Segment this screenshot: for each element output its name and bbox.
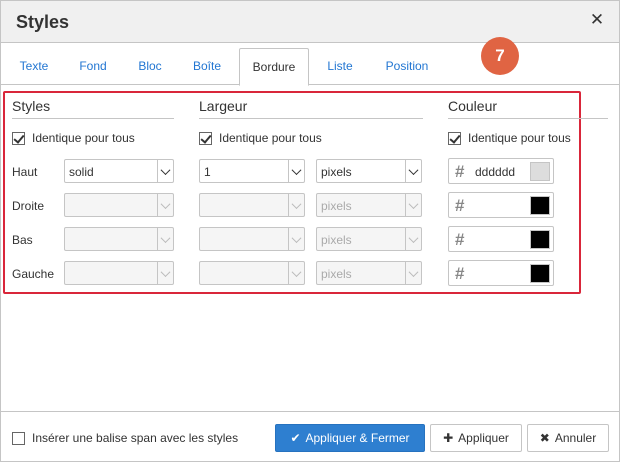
right-unit-select[interactable]: pixels (316, 193, 422, 217)
chevron-down-icon (157, 194, 173, 216)
tab-texte[interactable]: Texte (9, 48, 59, 85)
width-same-for-all-checkbox[interactable] (199, 131, 212, 145)
left-color-input[interactable]: # (448, 260, 554, 286)
tab-bar-divider (1, 84, 619, 85)
row-label-bottom: Bas (12, 233, 33, 247)
tab-position[interactable]: Position (373, 48, 441, 85)
color-column-rule (448, 118, 608, 119)
hash-icon: # (455, 162, 465, 181)
styles-same-for-all-checkbox[interactable] (12, 131, 25, 145)
top-width-select[interactable]: 1 (199, 159, 305, 183)
cancel-button[interactable]: ✖ Annuler (527, 424, 609, 452)
bottom-color-swatch[interactable] (530, 230, 550, 249)
tab-bordure[interactable]: Bordure (239, 48, 309, 86)
right-color-swatch[interactable] (530, 196, 550, 215)
close-icon: ✖ (539, 431, 550, 445)
chevron-down-icon (288, 228, 304, 250)
top-style-select[interactable]: solid (64, 159, 174, 183)
chevron-down-icon (405, 160, 421, 182)
styles-column-rule (12, 118, 174, 119)
top-color-value: dddddd (475, 165, 516, 179)
top-color-swatch[interactable] (530, 162, 550, 181)
left-unit-select[interactable]: pixels (316, 261, 422, 285)
chevron-down-icon (405, 194, 421, 216)
tab-fond[interactable]: Fond (67, 48, 119, 85)
check-icon: ✔ (290, 431, 301, 445)
styles-same-for-all[interactable]: Identique pour tous (12, 130, 135, 146)
bottom-unit-select[interactable]: pixels (316, 227, 422, 251)
row-label-top: Haut (12, 165, 38, 179)
step-badge: 7 (481, 37, 519, 75)
chevron-down-icon (288, 194, 304, 216)
styles-same-for-all-label: Identique pour tous (32, 131, 135, 145)
tab-bar: Texte Fond Bloc Boîte Bordure Liste Posi… (1, 43, 619, 86)
bottom-color-input[interactable]: # (448, 226, 554, 252)
bottom-style-select[interactable] (64, 227, 174, 251)
tab-bloc[interactable]: Bloc (126, 48, 174, 85)
dialog-footer: Insérer une balise span avec les styles … (1, 411, 619, 461)
hash-icon: # (455, 264, 465, 283)
apply-close-label: Appliquer & Fermer (305, 431, 410, 445)
dialog-title: Styles (16, 12, 70, 32)
color-same-for-all-label: Identique pour tous (468, 131, 571, 145)
width-same-for-all-label: Identique pour tous (219, 131, 322, 145)
top-style-value: solid (69, 165, 94, 179)
chevron-down-icon (157, 160, 173, 182)
right-style-select[interactable] (64, 193, 174, 217)
width-same-for-all[interactable]: Identique pour tous (199, 130, 322, 146)
cancel-label: Annuler (554, 431, 597, 445)
top-width-value: 1 (204, 165, 211, 179)
insert-span-option[interactable]: Insérer une balise span avec les styles (12, 430, 238, 446)
insert-span-label: Insérer une balise span avec les styles (32, 431, 239, 445)
plus-icon: ✚ (443, 431, 454, 445)
bottom-width-select[interactable] (199, 227, 305, 251)
hash-icon: # (455, 230, 465, 249)
chevron-down-icon (405, 262, 421, 284)
apply-button[interactable]: ✚ Appliquer (430, 424, 522, 452)
chevron-down-icon (288, 160, 304, 182)
color-same-for-all[interactable]: Identique pour tous (448, 130, 571, 146)
styles-dialog: Styles ✕ Texte Fond Bloc Boîte Bordure L… (0, 0, 620, 462)
width-column-rule (199, 118, 423, 119)
right-unit-value: pixels (321, 199, 352, 213)
chevron-down-icon (288, 262, 304, 284)
chevron-down-icon (157, 228, 173, 250)
top-color-input[interactable]: # dddddd (448, 158, 554, 184)
right-color-input[interactable]: # (448, 192, 554, 218)
close-icon[interactable]: ✕ (589, 11, 605, 28)
apply-label: Appliquer (458, 431, 509, 445)
right-width-select[interactable] (199, 193, 305, 217)
left-color-swatch[interactable] (530, 264, 550, 283)
chevron-down-icon (405, 228, 421, 250)
row-label-right: Droite (12, 199, 45, 213)
chevron-down-icon (157, 262, 173, 284)
styles-column-title: Styles (12, 98, 51, 114)
left-unit-value: pixels (321, 267, 352, 281)
left-width-select[interactable] (199, 261, 305, 285)
row-label-left: Gauche (12, 267, 55, 281)
hash-icon: # (455, 196, 465, 215)
insert-span-checkbox[interactable] (12, 431, 25, 445)
tab-boite[interactable]: Boîte (181, 48, 233, 85)
left-style-select[interactable] (64, 261, 174, 285)
dialog-titlebar: Styles ✕ (1, 1, 619, 43)
apply-close-button[interactable]: ✔ Appliquer & Fermer (275, 424, 425, 452)
top-unit-value: pixels (321, 165, 352, 179)
color-same-for-all-checkbox[interactable] (448, 131, 461, 145)
width-column-title: Largeur (199, 98, 248, 114)
bottom-unit-value: pixels (321, 233, 352, 247)
color-column-title: Couleur (448, 98, 498, 114)
top-unit-select[interactable]: pixels (316, 159, 422, 183)
tab-liste[interactable]: Liste (315, 48, 365, 85)
